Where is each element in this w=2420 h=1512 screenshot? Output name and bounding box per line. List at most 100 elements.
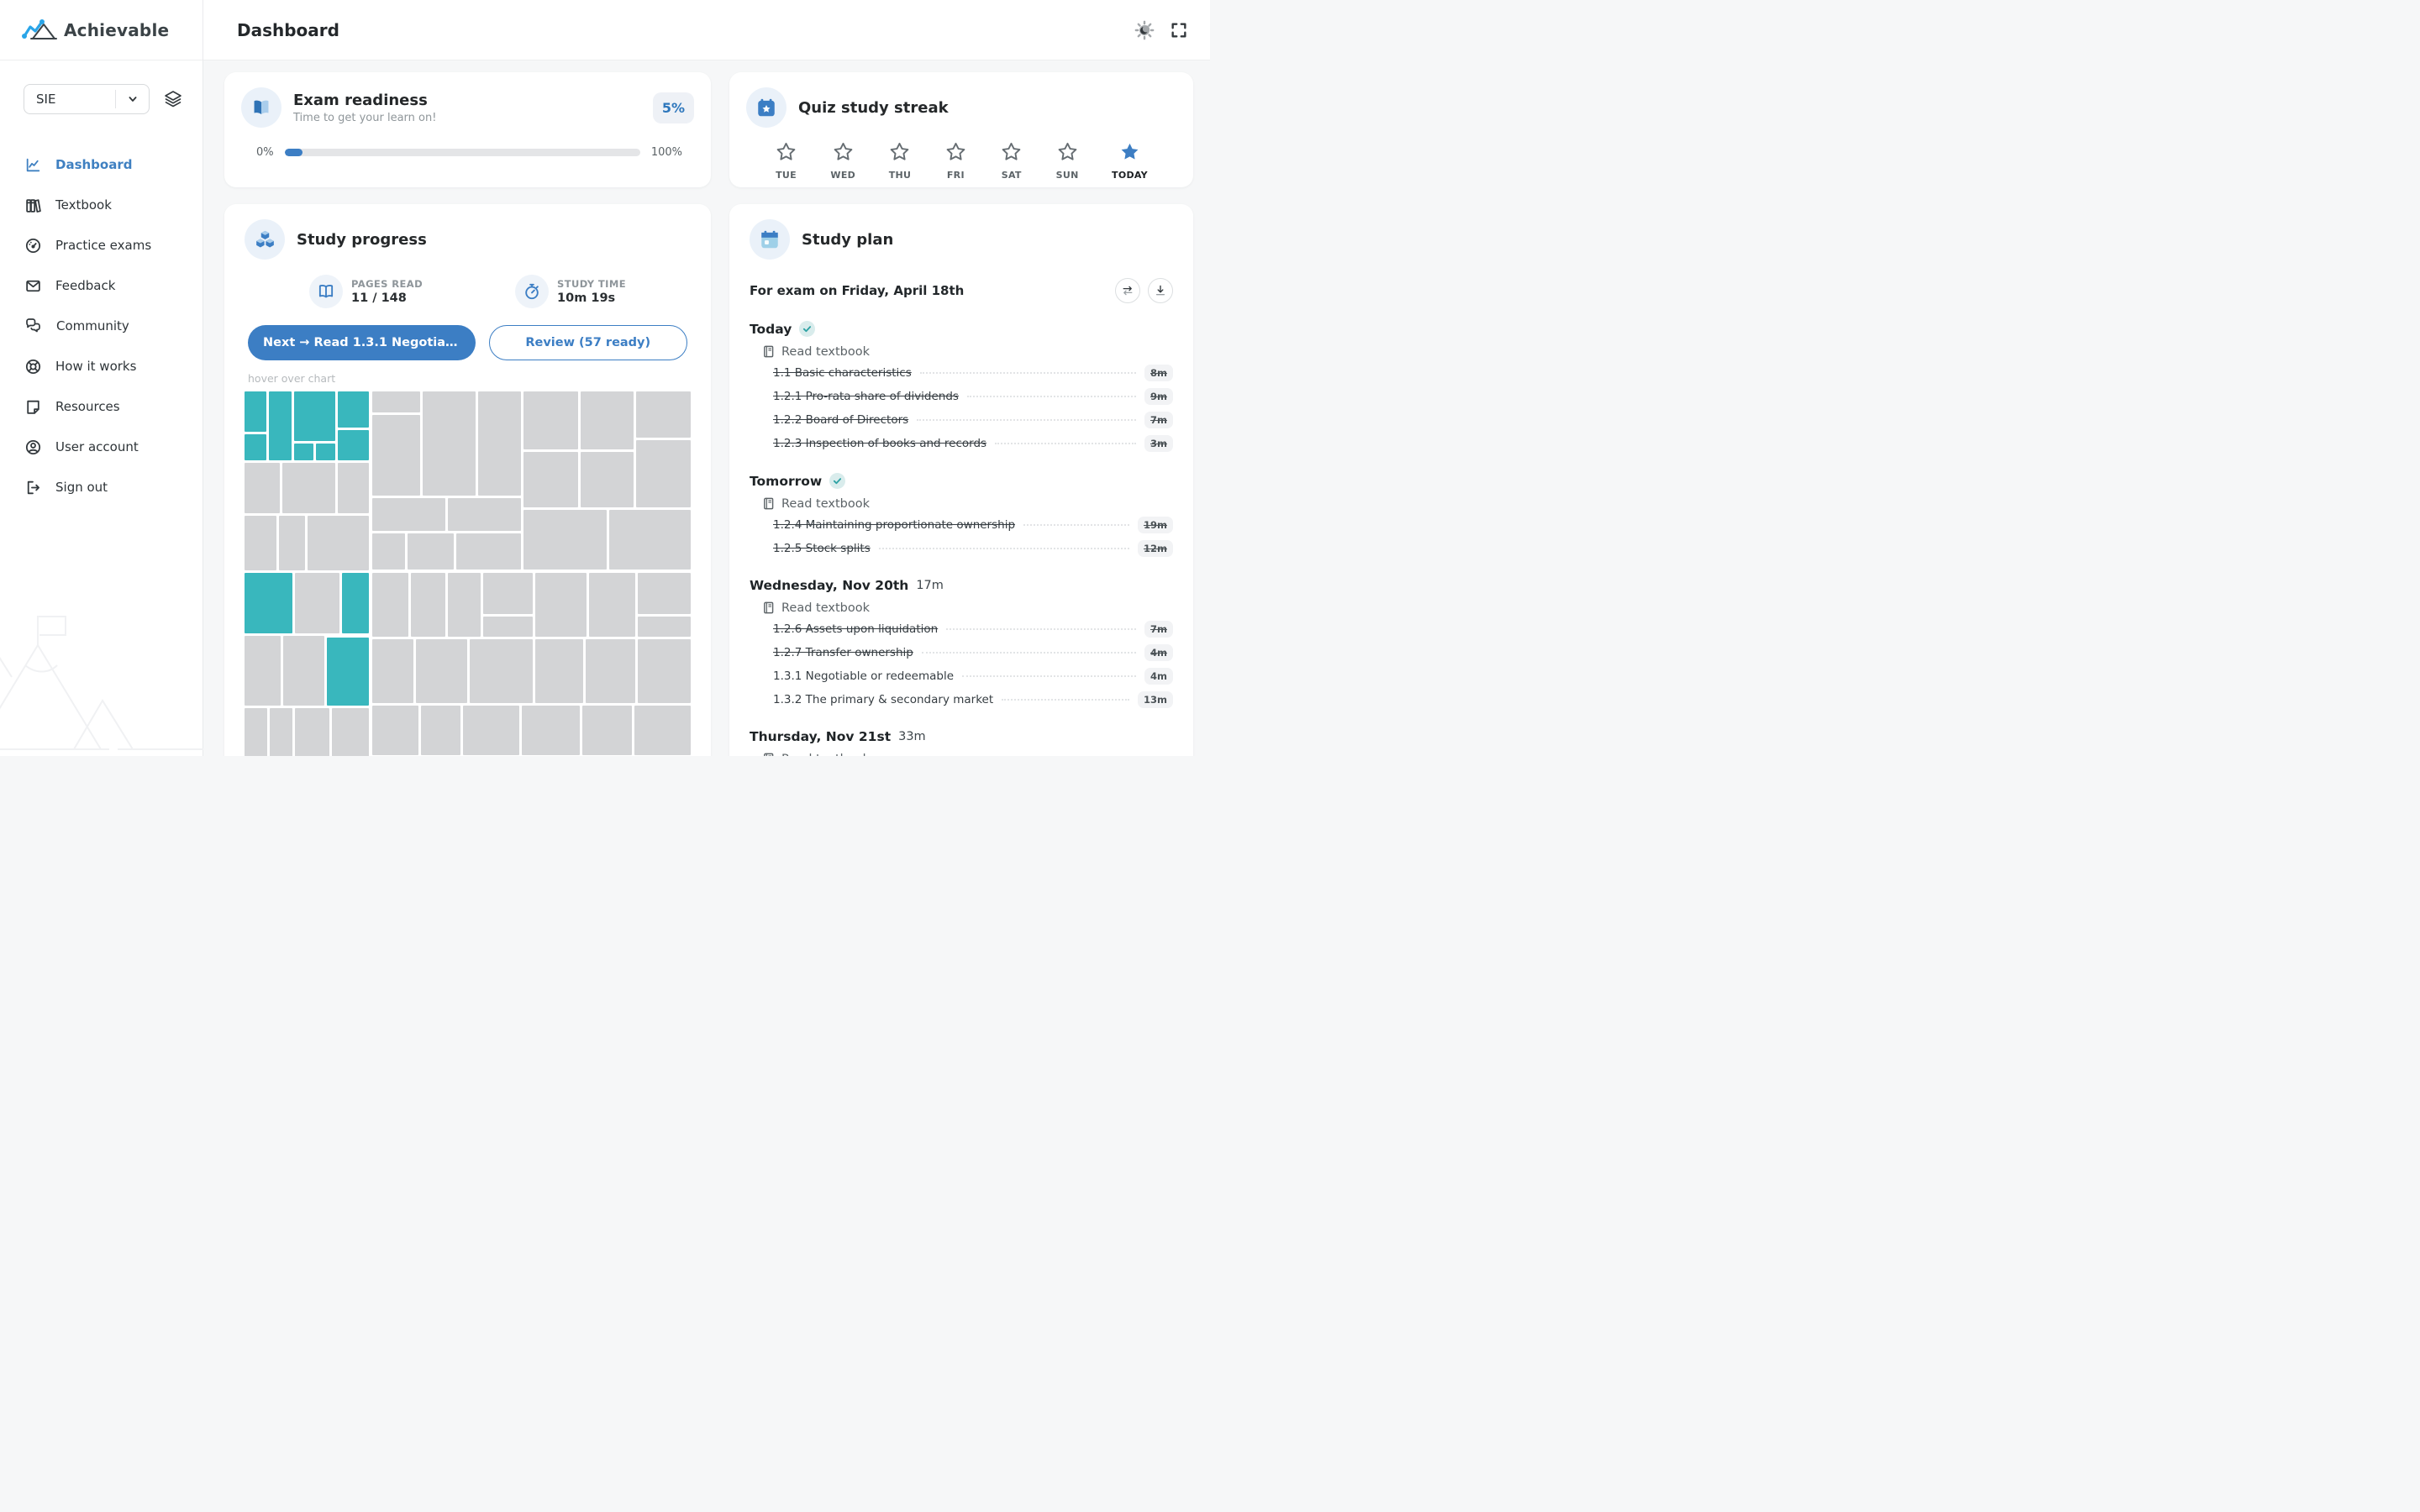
stat-value: 11 / 148 xyxy=(351,291,407,305)
treemap-cell[interactable] xyxy=(638,617,691,637)
streak-day-tue: TUE xyxy=(775,141,797,181)
treemap-cell[interactable] xyxy=(245,573,292,633)
treemap-cell[interactable] xyxy=(535,573,587,637)
plan-item[interactable]: 1.2.7 Transfer ownership 4m xyxy=(750,641,1173,664)
treemap-cell[interactable] xyxy=(372,498,445,531)
streak-day-label: SUN xyxy=(1055,170,1079,181)
sidebar-item-resources[interactable]: Resources xyxy=(0,386,203,427)
treemap-cell[interactable] xyxy=(470,639,533,703)
treemap-cell[interactable] xyxy=(448,573,481,637)
treemap-cell[interactable] xyxy=(342,573,369,633)
sidebar-item-practice-exams[interactable]: Practice exams xyxy=(0,225,203,265)
layers-button[interactable] xyxy=(163,89,183,109)
treemap-cell[interactable] xyxy=(638,573,691,614)
treemap-cell[interactable] xyxy=(523,452,578,507)
treemap-cell[interactable] xyxy=(282,463,335,513)
plan-item[interactable]: 1.2.4 Maintaining proportionate ownershi… xyxy=(750,513,1173,537)
plan-item-text: 1.2.5 Stock splits xyxy=(773,542,871,555)
treemap-cell[interactable] xyxy=(327,638,369,706)
fullscreen-button[interactable] xyxy=(1170,21,1188,39)
treemap-cell[interactable] xyxy=(269,391,292,460)
treemap-cell[interactable] xyxy=(589,573,635,637)
next-read-button[interactable]: Next → Read 1.3.1 Negotiable or… xyxy=(248,325,476,360)
treemap-cell[interactable] xyxy=(448,498,521,531)
plan-item[interactable]: 1.3.2 The primary & secondary market 13m xyxy=(750,688,1173,711)
treemap-cell[interactable] xyxy=(245,463,280,513)
treemap-cell[interactable] xyxy=(245,434,266,460)
chat-icon xyxy=(24,317,43,335)
progress-max-label: 100% xyxy=(650,146,682,159)
treemap-cell[interactable] xyxy=(279,516,305,570)
treemap-cell[interactable] xyxy=(456,533,521,570)
treemap-cell[interactable] xyxy=(338,463,369,513)
sidebar-item-how-it-works[interactable]: How it works xyxy=(0,346,203,386)
treemap-cell[interactable] xyxy=(408,533,454,570)
sidebar-item-feedback[interactable]: Feedback xyxy=(0,265,203,306)
sidebar-item-user-account[interactable]: User account xyxy=(0,427,203,467)
treemap-cell[interactable] xyxy=(372,533,405,570)
treemap-cell[interactable] xyxy=(338,430,369,460)
treemap-cell[interactable] xyxy=(581,391,634,449)
treemap-cell[interactable] xyxy=(295,708,329,756)
swap-plan-button[interactable] xyxy=(1115,278,1140,303)
course-select[interactable]: SIE xyxy=(24,84,150,114)
treemap-cell[interactable] xyxy=(245,708,267,756)
treemap-cell[interactable] xyxy=(609,510,691,570)
treemap-cell[interactable] xyxy=(523,391,578,449)
plan-item[interactable]: 1.2.6 Assets upon liquidation 7m xyxy=(750,617,1173,641)
treemap-cell[interactable] xyxy=(372,706,418,755)
treemap-cell[interactable] xyxy=(283,636,324,706)
treemap-cell[interactable] xyxy=(270,708,292,756)
plan-item[interactable]: 1.2.2 Board of Directors 7m xyxy=(750,408,1173,432)
treemap-cell[interactable] xyxy=(483,573,533,614)
sidebar-item-community[interactable]: Community xyxy=(0,306,203,346)
treemap-cell[interactable] xyxy=(372,573,408,637)
treemap-cell[interactable] xyxy=(636,440,691,507)
plan-item[interactable]: 1.1 Basic characteristics 8m xyxy=(750,361,1173,385)
treemap-cell[interactable] xyxy=(332,708,369,756)
download-plan-button[interactable] xyxy=(1148,278,1173,303)
treemap-cell[interactable] xyxy=(338,391,369,428)
treemap-cell[interactable] xyxy=(245,516,276,570)
sidebar-item-label: How it works xyxy=(55,359,137,374)
treemap-cell[interactable] xyxy=(483,617,533,637)
treemap-cell[interactable] xyxy=(423,391,476,496)
treemap-cell[interactable] xyxy=(416,639,467,703)
sidebar-item-sign-out[interactable]: Sign out xyxy=(0,467,203,507)
treemap-cell[interactable] xyxy=(245,391,266,432)
treemap-cell[interactable] xyxy=(372,391,420,412)
treemap-cell[interactable] xyxy=(411,573,445,637)
sidebar-item-dashboard[interactable]: Dashboard xyxy=(0,144,203,185)
treemap-cell[interactable] xyxy=(478,391,521,496)
treemap-cell[interactable] xyxy=(463,706,519,755)
treemap-cell[interactable] xyxy=(245,636,281,706)
treemap-cell[interactable] xyxy=(372,415,420,496)
dark-mode-toggle-button[interactable] xyxy=(1134,20,1155,40)
app-logo[interactable]: Achievable xyxy=(0,0,203,60)
treemap-cell[interactable] xyxy=(581,452,634,507)
review-button[interactable]: Review (57 ready) xyxy=(488,325,687,360)
treemap-cell[interactable] xyxy=(372,639,413,703)
plan-item[interactable]: 1.2.1 Pro-rata share of dividends 9m xyxy=(750,385,1173,408)
plan-item[interactable]: 1.2.5 Stock splits 12m xyxy=(750,537,1173,560)
treemap-cell[interactable] xyxy=(582,706,632,755)
treemap-cell[interactable] xyxy=(421,706,460,755)
treemap-cell[interactable] xyxy=(638,639,691,703)
treemap-cell[interactable] xyxy=(523,510,607,570)
treemap-cell[interactable] xyxy=(535,639,583,703)
treemap-cell[interactable] xyxy=(522,706,580,755)
treemap-cell[interactable] xyxy=(295,573,339,633)
top-header: Dashboard xyxy=(203,0,1210,60)
plan-item[interactable]: 1.2.3 Inspection of books and records 3m xyxy=(750,432,1173,455)
treemap-cell[interactable] xyxy=(294,444,313,460)
study-progress-treemap[interactable] xyxy=(245,391,691,756)
treemap-cell[interactable] xyxy=(316,444,335,460)
plan-item[interactable]: 1.3.1 Negotiable or redeemable 4m xyxy=(750,664,1173,688)
sidebar-item-textbook[interactable]: Textbook xyxy=(0,185,203,225)
treemap-cell[interactable] xyxy=(636,391,691,438)
treemap-cell[interactable] xyxy=(308,516,369,570)
treemap-cell[interactable] xyxy=(294,391,335,441)
stat-value: 10m 19s xyxy=(557,291,616,305)
treemap-cell[interactable] xyxy=(586,639,635,703)
treemap-cell[interactable] xyxy=(634,706,691,755)
